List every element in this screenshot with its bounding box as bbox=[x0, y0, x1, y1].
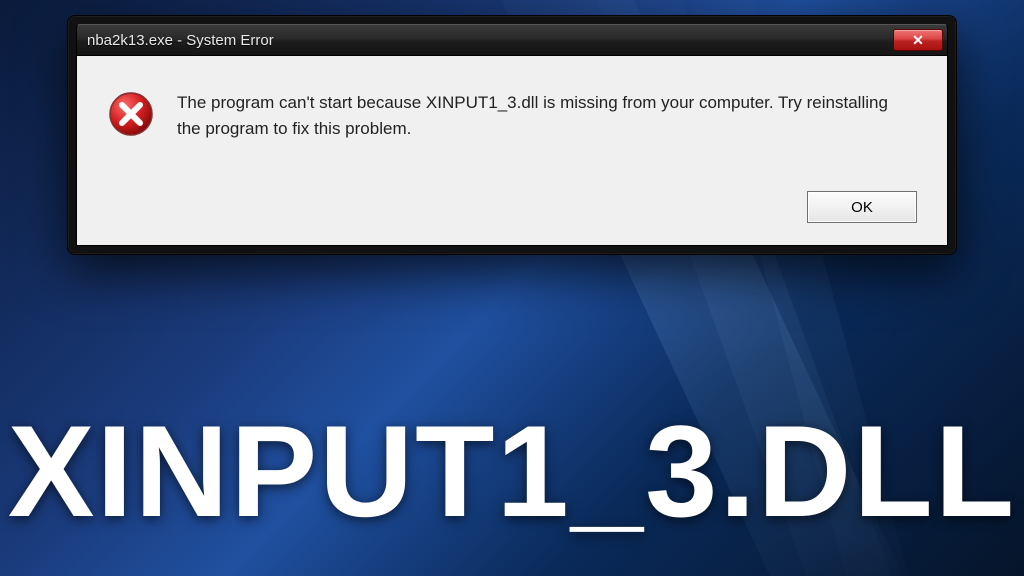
dialog-client-area: The program can't start because XINPUT1_… bbox=[76, 56, 948, 246]
close-button[interactable]: ✕ bbox=[893, 29, 943, 51]
close-icon: ✕ bbox=[912, 32, 924, 49]
error-message: The program can't start because XINPUT1_… bbox=[177, 90, 897, 141]
button-row: OK bbox=[107, 191, 917, 223]
message-row: The program can't start because XINPUT1_… bbox=[107, 90, 917, 141]
titlebar[interactable]: nba2k13.exe - System Error ✕ bbox=[76, 24, 948, 56]
overlay-caption: XINPUT1_3.DLL bbox=[0, 396, 1024, 546]
error-icon bbox=[107, 90, 155, 138]
ok-button[interactable]: OK bbox=[807, 191, 917, 223]
window-title: nba2k13.exe - System Error bbox=[87, 32, 274, 49]
error-dialog: nba2k13.exe - System Error ✕ bbox=[67, 15, 957, 255]
